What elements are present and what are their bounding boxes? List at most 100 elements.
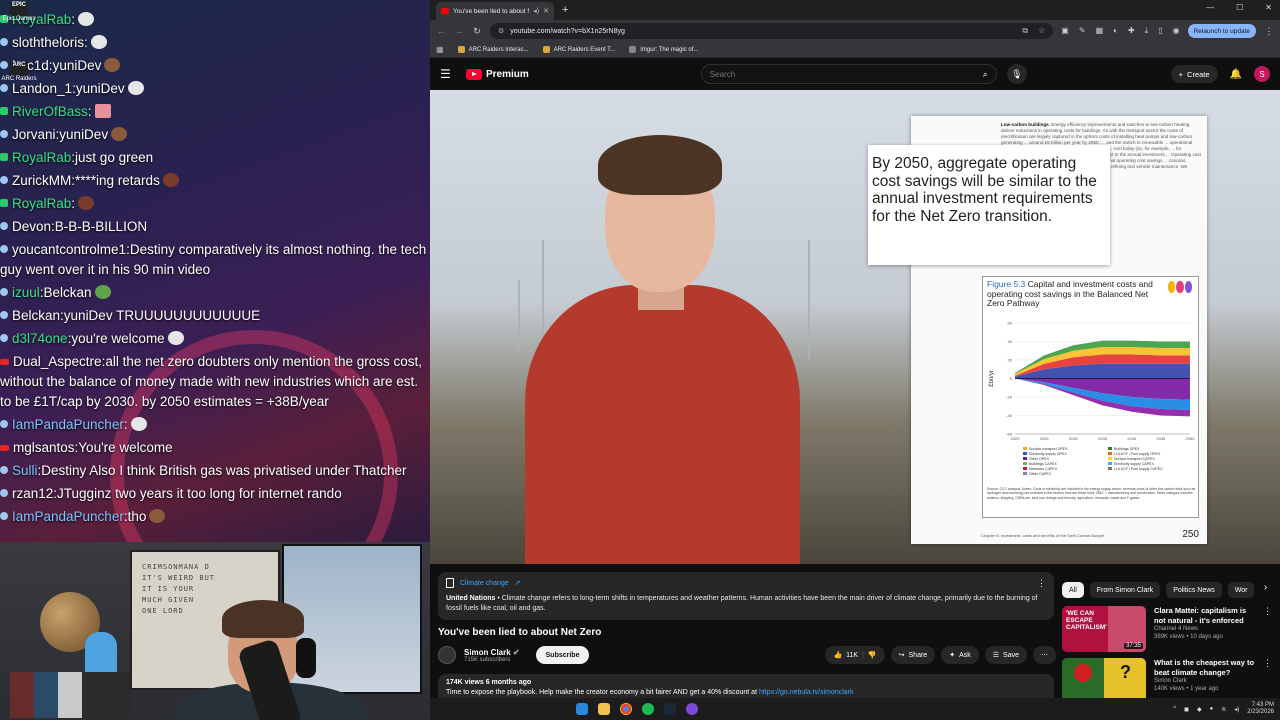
more-options-icon[interactable]: ⋮ bbox=[1037, 578, 1046, 589]
recommended-views: 389K views • 10 days ago bbox=[1154, 634, 1223, 640]
chrome-icon[interactable] bbox=[620, 703, 632, 715]
legend-swatch bbox=[1108, 447, 1112, 450]
wifi-icon[interactable]: ≋ bbox=[1221, 706, 1226, 713]
forward-icon[interactable]: → bbox=[454, 26, 464, 36]
spotify-icon[interactable] bbox=[642, 703, 654, 715]
channel-meta: Simon Clark ✔ 715K subscribers bbox=[464, 648, 520, 663]
chat-username[interactable]: mglsantos bbox=[13, 440, 75, 455]
chat-message: youcantcontrolme1:Destiny comparatively … bbox=[0, 238, 428, 281]
bookmark-item[interactable]: ARC Raiders Event T... bbox=[542, 46, 615, 53]
chat-username[interactable]: d3l74one bbox=[12, 331, 68, 346]
save-button[interactable]: ☰ Save bbox=[984, 646, 1027, 664]
youtube-premium-logo[interactable]: Premium bbox=[466, 68, 529, 80]
relaunch-to-update-button[interactable]: Relaunch to update bbox=[1187, 24, 1256, 38]
puzzle-icon[interactable]: ✚ bbox=[1128, 26, 1135, 36]
video-player[interactable]: Low-carbon buildings. Energy efficiency … bbox=[430, 90, 1280, 564]
extension-icon[interactable]: ◐ bbox=[1113, 26, 1118, 36]
account-avatar[interactable]: S bbox=[1254, 66, 1270, 82]
subscribe-button[interactable]: Subscribe bbox=[535, 646, 590, 664]
extension-icon[interactable]: ✎ bbox=[1079, 26, 1086, 36]
voice-search-mic-icon[interactable]: 🎙 bbox=[1006, 64, 1027, 84]
chip-from-channel[interactable]: From Simon Clark bbox=[1089, 582, 1161, 598]
chat-username[interactable]: izuul bbox=[12, 285, 40, 300]
install-app-icon[interactable]: ⧉ bbox=[1022, 26, 1028, 36]
tray-app-icon[interactable]: ● bbox=[1210, 706, 1214, 712]
chip-all[interactable]: All bbox=[1062, 582, 1084, 598]
chat-username[interactable]: ZurickMM bbox=[12, 173, 71, 188]
apps-grid-icon[interactable]: ▦ bbox=[436, 45, 444, 54]
like-button[interactable]: 👍 11K | 👎 bbox=[825, 646, 885, 664]
notifications-bell-icon[interactable]: 🔔 bbox=[1230, 69, 1242, 80]
chat-username[interactable]: Devon bbox=[12, 219, 51, 234]
recommended-title: Clara Mattei: capitalism is not natural … bbox=[1154, 606, 1247, 625]
new-tab-button[interactable]: + bbox=[562, 4, 568, 16]
thumbs-up-icon: 👍 bbox=[833, 652, 843, 659]
chip-world[interactable]: Wor bbox=[1227, 582, 1254, 598]
ask-button[interactable]: ✦ Ask bbox=[941, 646, 979, 664]
info-topic-link[interactable]: Climate change bbox=[460, 580, 509, 587]
site-info-icon[interactable]: ⚙ bbox=[498, 27, 504, 35]
maximize-icon[interactable]: ☐ bbox=[1236, 3, 1243, 12]
share-button[interactable]: ↪ Share bbox=[890, 646, 936, 664]
hamburger-menu-icon[interactable]: ☰ bbox=[440, 67, 456, 81]
chat-username[interactable]: IamPandaPuncher bbox=[12, 509, 124, 524]
channel-avatar[interactable] bbox=[438, 646, 456, 664]
close-tab-icon[interactable]: ✕ bbox=[543, 7, 549, 15]
reload-icon[interactable]: ↻ bbox=[472, 26, 482, 37]
close-window-icon[interactable]: ✕ bbox=[1265, 3, 1272, 12]
recommended-video[interactable]: 'WE CAN ESCAPE CAPITALISM' 37:35 Clara M… bbox=[1062, 606, 1272, 654]
bookmark-item[interactable]: Imgur: The magic of... bbox=[629, 46, 698, 53]
clock[interactable]: 7:43 PM 2/23/2026 bbox=[1247, 702, 1274, 716]
description-box[interactable]: 174K views 6 months ago Time to expose t… bbox=[438, 674, 1054, 698]
bookmark-item[interactable]: ARC Raiders Interac... bbox=[457, 46, 529, 53]
steam-icon[interactable] bbox=[664, 703, 676, 715]
desktop-icon-epic-games[interactable]: EPIC Epic Games bbox=[0, 2, 38, 22]
chat-username[interactable]: RiverOfBass bbox=[12, 104, 88, 119]
info-panel-header[interactable]: Climate change ↗ bbox=[446, 578, 1046, 588]
minimize-icon[interactable]: — bbox=[1206, 3, 1214, 12]
create-button[interactable]: + Create bbox=[1170, 65, 1218, 83]
download-icon[interactable]: ⤓ bbox=[1145, 26, 1149, 36]
chat-username[interactable]: RoyalRab bbox=[12, 150, 71, 165]
thumbs-down-icon[interactable]: 👎 bbox=[868, 651, 877, 659]
windows-start-icon[interactable] bbox=[576, 703, 588, 715]
chat-username[interactable]: sloththeloris bbox=[12, 35, 84, 50]
tray-app-icon[interactable]: ◼ bbox=[1184, 706, 1189, 713]
legend-label: Electricity supply OPEX bbox=[1029, 452, 1067, 456]
channel-name[interactable]: Simon Clark ✔ bbox=[464, 648, 520, 657]
search-icon[interactable]: ⌕ bbox=[983, 69, 988, 80]
back-icon[interactable]: ← bbox=[436, 26, 446, 36]
chat-username[interactable]: rzan12 bbox=[12, 486, 53, 501]
tray-overflow-icon[interactable]: ^ bbox=[1173, 706, 1176, 712]
tray-app-icon[interactable]: ◆ bbox=[1197, 706, 1202, 713]
chat-username[interactable]: Landon_1 bbox=[12, 81, 72, 96]
speaker-icon[interactable]: ◂) bbox=[533, 7, 539, 15]
chat-username[interactable]: youcantcontrolme1 bbox=[12, 242, 126, 257]
desktop-icon-arc-raiders[interactable]: ARC ARC Raiders bbox=[0, 62, 38, 82]
chat-badge-icon bbox=[0, 287, 8, 296]
extension-icon[interactable]: ▦ bbox=[1096, 26, 1104, 36]
chip-politics-news[interactable]: Politics News bbox=[1166, 582, 1222, 598]
description-link[interactable]: https://go.nebula.tv/simonclark bbox=[759, 689, 854, 696]
extension-icon[interactable]: ▣ bbox=[1061, 26, 1069, 36]
chat-username[interactable]: Dual_Aspectre bbox=[13, 354, 102, 369]
chevron-right-icon[interactable]: › bbox=[1264, 582, 1267, 598]
profile-icon[interactable]: ◉ bbox=[1173, 26, 1180, 36]
chat-username[interactable]: IamPandaPuncher bbox=[12, 417, 124, 432]
tab-youtube[interactable]: You've been lied to about N ◂) ✕ bbox=[436, 2, 554, 20]
sidepanel-icon[interactable]: ▯ bbox=[1158, 26, 1162, 36]
chat-username[interactable]: Jorvani bbox=[12, 127, 56, 142]
address-bar[interactable]: ⚙ youtube.com/watch?v=bX1n25rN8yg ⧉ ☆ bbox=[490, 23, 1054, 39]
chat-username[interactable]: RoyalRab bbox=[12, 196, 71, 211]
bookmark-star-icon[interactable]: ☆ bbox=[1038, 26, 1045, 36]
more-options-icon[interactable]: ⋮ bbox=[1263, 606, 1272, 654]
volume-icon[interactable]: ◂) bbox=[1234, 706, 1239, 713]
search-input[interactable]: Search ⌕ bbox=[700, 64, 997, 84]
menu-kebab-icon[interactable]: ⋮ bbox=[1264, 26, 1274, 37]
obs-icon[interactable] bbox=[686, 703, 698, 715]
chat-username[interactable]: Sulli bbox=[12, 463, 38, 478]
file-explorer-icon[interactable] bbox=[598, 703, 610, 715]
video-thumbnail[interactable]: 'WE CAN ESCAPE CAPITALISM' 37:35 bbox=[1062, 606, 1146, 652]
chat-username[interactable]: Belckan bbox=[12, 308, 60, 323]
more-actions-button[interactable]: ⋯ bbox=[1033, 646, 1056, 664]
